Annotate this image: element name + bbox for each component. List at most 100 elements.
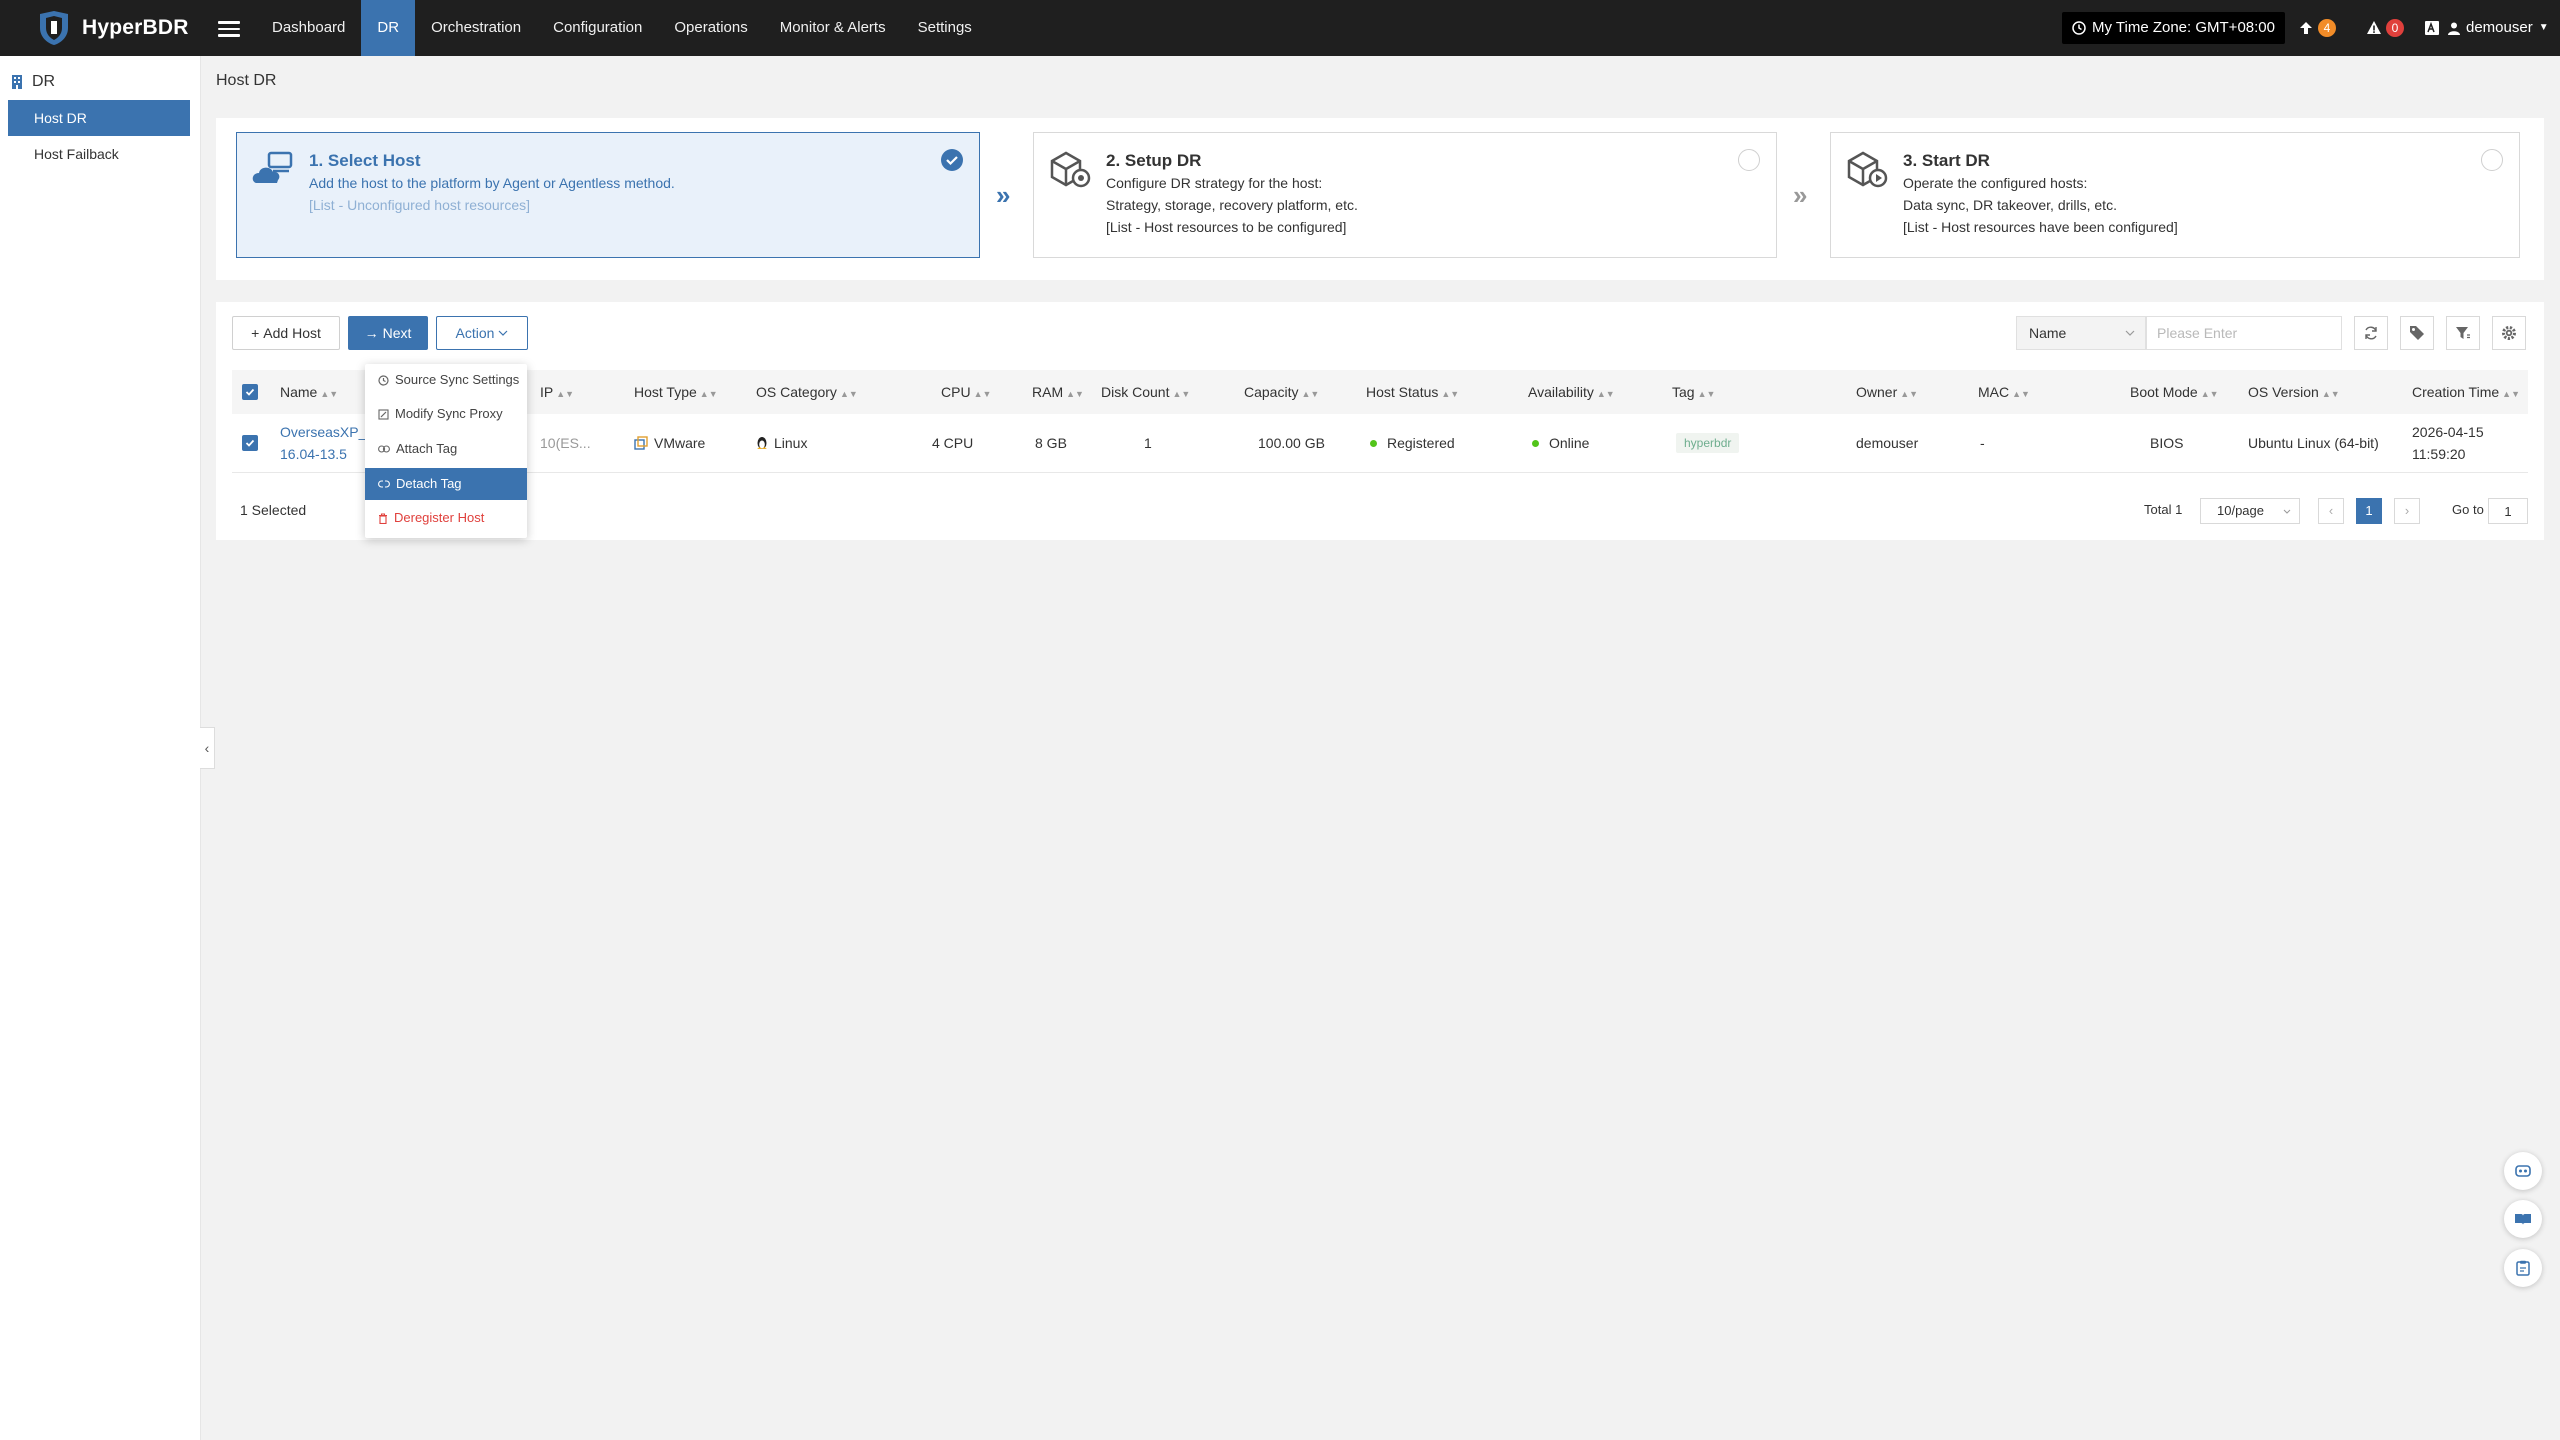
timezone-button[interactable]: My Time Zone: GMT+08:00: [2062, 12, 2285, 44]
menu-toggle-icon[interactable]: [218, 17, 240, 39]
add-host-button[interactable]: + Add Host: [232, 316, 340, 350]
column-header-os-version[interactable]: OS Version ▲▼: [2248, 370, 2340, 414]
docs-button[interactable]: [2504, 1200, 2542, 1238]
search-field-select[interactable]: Name: [2016, 316, 2146, 350]
filter-button[interactable]: [2446, 316, 2480, 350]
step-list-hint: [List - Host resources have been configu…: [1903, 219, 2178, 235]
tag-filter-button[interactable]: [2400, 316, 2434, 350]
row-checkbox[interactable]: [242, 414, 258, 472]
book-icon: [2515, 1214, 2531, 1225]
menu-item-label: Source Sync Settings: [395, 372, 520, 387]
column-header-name[interactable]: Name ▲▼: [280, 370, 338, 414]
creation-time: 11:59:20: [2412, 446, 2466, 462]
goto-page-input[interactable]: [2488, 498, 2528, 524]
step-title: 3. Start DR: [1903, 151, 1990, 170]
host-name-link[interactable]: OverseasXP_ 16.04-13.5: [280, 414, 366, 472]
page-button-1[interactable]: 1: [2356, 498, 2382, 524]
column-label: Availability: [1528, 384, 1594, 400]
assistant-button[interactable]: [2504, 1152, 2542, 1190]
step-title: 1. Select Host: [309, 151, 421, 170]
column-header-disk-count[interactable]: Disk Count ▲▼: [1101, 370, 1190, 414]
column-header-host-type[interactable]: Host Type ▲▼: [634, 370, 718, 414]
sidebar-item-host-failback[interactable]: Host Failback: [8, 136, 190, 172]
column-header-host-status[interactable]: Host Status ▲▼: [1366, 370, 1459, 414]
host-type-label: VMware: [654, 435, 706, 451]
cell-host-type: VMware: [634, 414, 705, 472]
nav-configuration[interactable]: Configuration: [537, 0, 658, 56]
gear-icon: [2502, 326, 2516, 340]
filter-icon: [2456, 327, 2470, 339]
sync-settings-icon: [378, 374, 389, 386]
os-category-label: Linux: [774, 435, 808, 451]
caret-down-icon: ▼: [2538, 22, 2549, 33]
column-header-capacity[interactable]: Capacity ▲▼: [1244, 370, 1319, 414]
add-host-label: Add Host: [263, 325, 321, 341]
action-dropdown-button[interactable]: Action: [436, 316, 528, 350]
cloud-host-icon: [252, 151, 293, 183]
host-name-part: OverseasXP_: [280, 424, 367, 440]
logo[interactable]: HyperBDR: [36, 10, 189, 46]
chevron-right-icon: ›: [2404, 503, 2410, 518]
column-header-ram[interactable]: RAM ▲▼: [1032, 370, 1084, 414]
step-select-host[interactable]: 1. Select Host Add the host to the platf…: [236, 132, 980, 258]
column-header-creation-time[interactable]: Creation Time ▲▼: [2412, 370, 2520, 414]
host-name-part: 16.04-13.5: [280, 446, 347, 462]
nav-operations[interactable]: Operations: [658, 0, 763, 56]
cell-ip: 10(ES...: [540, 435, 591, 451]
column-header-availability[interactable]: Availability ▲▼: [1528, 370, 1615, 414]
action-menu: Source Sync Settings Modify Sync Proxy A…: [365, 364, 527, 538]
column-header-mac[interactable]: MAC ▲▼: [1978, 370, 2030, 414]
select-all-checkbox[interactable]: [242, 384, 258, 400]
unlink-icon: [378, 480, 390, 488]
step-arrow-icon: »: [996, 180, 1011, 210]
settings-button[interactable]: [2492, 316, 2526, 350]
app-name: HyperBDR: [82, 16, 189, 39]
page-size-select[interactable]: 10/page: [2200, 498, 2300, 524]
sort-icon: ▲▼: [320, 389, 339, 399]
column-header-ip[interactable]: IP ▲▼: [540, 370, 574, 414]
feedback-button[interactable]: [2504, 1249, 2542, 1287]
menu-item-source-sync-settings[interactable]: Source Sync Settings: [365, 364, 527, 396]
sidebar-item-host-dr[interactable]: Host DR: [8, 100, 190, 136]
column-header-boot-mode[interactable]: Boot Mode ▲▼: [2130, 370, 2219, 414]
column-header-tag[interactable]: Tag ▲▼: [1672, 370, 1715, 414]
menu-item-attach-tag[interactable]: Attach Tag: [365, 433, 527, 465]
search-input[interactable]: [2146, 316, 2342, 350]
clock-icon: [2072, 21, 2086, 35]
next-page-button[interactable]: ›: [2394, 498, 2420, 524]
availability-label: Online: [1549, 435, 1590, 451]
sidebar-collapse-icon[interactable]: ‹: [200, 727, 215, 769]
top-bar: HyperBDR Dashboard DR Orchestration Conf…: [0, 0, 2560, 56]
nav-monitor-alerts[interactable]: Monitor & Alerts: [764, 0, 902, 56]
prev-page-button[interactable]: ‹: [2318, 498, 2344, 524]
status-dot-icon: [1370, 439, 1377, 447]
step-start-dr[interactable]: 3. Start DR Operate the configured hosts…: [1830, 132, 2520, 258]
edit-icon: [378, 408, 389, 420]
step-setup-dr[interactable]: 2. Setup DR Configure DR strategy for th…: [1033, 132, 1777, 258]
language-button[interactable]: [2424, 14, 2440, 42]
next-button[interactable]: → Next: [348, 316, 428, 350]
warning-icon: [2367, 21, 2381, 34]
next-label: Next: [382, 325, 412, 341]
menu-item-detach-tag[interactable]: Detach Tag: [365, 468, 527, 500]
table-row[interactable]: OverseasXP_ 16.04-13.5 10(ES... VMware L…: [232, 414, 2528, 473]
username: demouser: [2466, 19, 2533, 36]
column-header-owner[interactable]: Owner ▲▼: [1856, 370, 1918, 414]
user-menu[interactable]: demouser ▼: [2448, 0, 2549, 56]
refresh-button[interactable]: [2354, 316, 2388, 350]
column-header-cpu[interactable]: CPU ▲▼: [941, 370, 991, 414]
cell-boot-mode: BIOS: [2150, 435, 2184, 451]
menu-item-deregister-host[interactable]: Deregister Host: [365, 502, 527, 534]
nav-settings[interactable]: Settings: [902, 0, 988, 56]
page-title: Host DR: [216, 72, 277, 89]
nav-dashboard[interactable]: Dashboard: [256, 0, 361, 56]
column-header-os-category[interactable]: OS Category ▲▼: [756, 370, 858, 414]
step-desc: Configure DR strategy for the host:: [1106, 175, 1323, 191]
nav-orchestration[interactable]: Orchestration: [415, 0, 537, 56]
alerts-button[interactable]: 0: [2366, 14, 2404, 42]
sidebar-section-label: DR: [32, 73, 56, 90]
menu-item-label: Attach Tag: [396, 441, 458, 456]
tasks-button[interactable]: 4: [2298, 14, 2336, 42]
nav-dr[interactable]: DR: [361, 0, 416, 56]
menu-item-modify-sync-proxy[interactable]: Modify Sync Proxy: [365, 398, 527, 430]
